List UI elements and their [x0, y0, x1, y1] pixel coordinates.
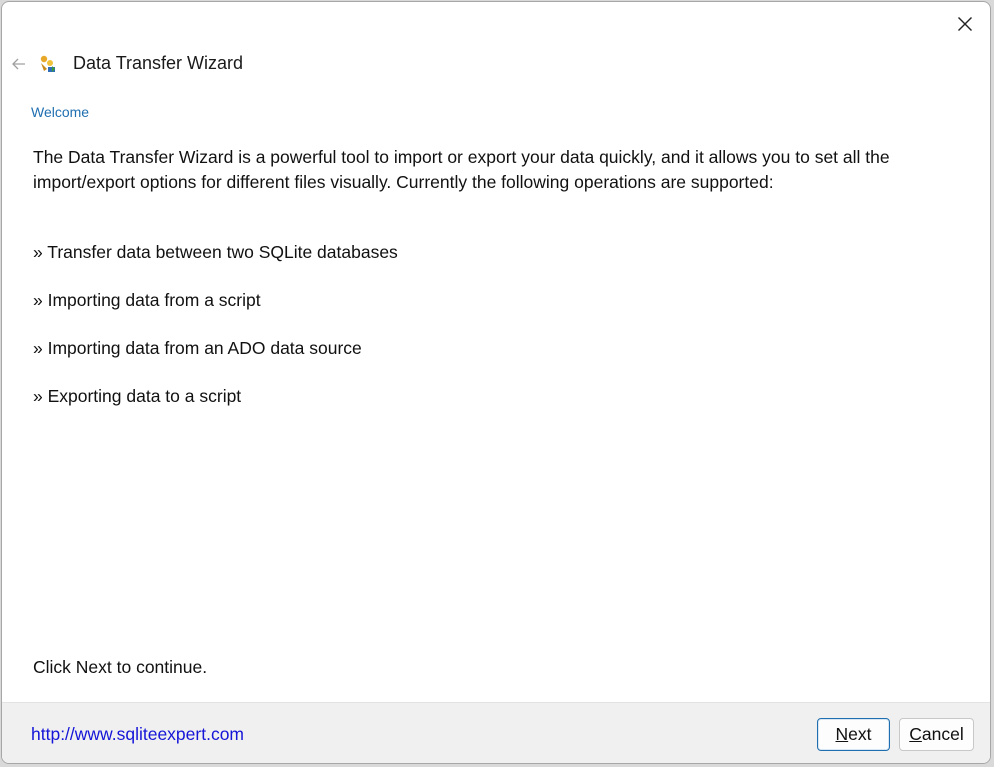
- wizard-dialog: Data Transfer Wizard Welcome The Data Tr…: [1, 1, 991, 764]
- back-button[interactable]: [10, 55, 28, 73]
- list-item: » Importing data from an ADO data source: [33, 338, 362, 358]
- next-label-rest: ext: [848, 724, 872, 744]
- cancel-button[interactable]: Cancel: [899, 718, 974, 751]
- close-button[interactable]: [948, 8, 982, 40]
- step-label: Welcome: [31, 104, 90, 120]
- window-title: Data Transfer Wizard: [73, 53, 244, 73]
- list-item: » Transfer data between two SQLite datab…: [33, 242, 398, 262]
- cancel-label-rest: ancel: [921, 724, 964, 744]
- continue-hint: Click Next to continue.: [33, 657, 208, 677]
- wizard-app-icon: [40, 55, 55, 72]
- footer-bar: http://www.sqliteexpert.com Next Cancel: [2, 702, 990, 763]
- website-link[interactable]: http://www.sqliteexpert.com: [31, 724, 244, 745]
- operations-list: » Transfer data between two SQLite datab…: [33, 240, 398, 432]
- intro-text: The Data Transfer Wizard is a powerful t…: [33, 147, 890, 192]
- close-icon: [958, 17, 972, 31]
- list-item: » Importing data from a script: [33, 290, 261, 310]
- next-button[interactable]: Next: [817, 718, 890, 751]
- list-item: » Exporting data to a script: [33, 386, 242, 406]
- next-mnemonic: N: [835, 724, 849, 744]
- cancel-mnemonic: C: [909, 724, 922, 744]
- back-arrow-icon: [12, 58, 25, 70]
